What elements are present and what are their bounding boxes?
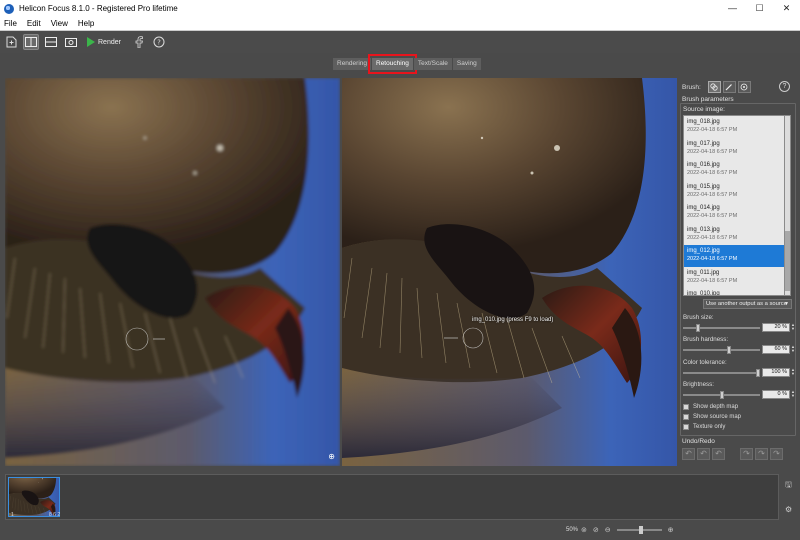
- color-tolerance-slider[interactable]: [683, 369, 760, 377]
- result-image-pane[interactable]: img_010.jpg (press F9 to load): [342, 78, 677, 466]
- thumbnail-label: 1: [11, 512, 14, 518]
- play-icon: [87, 37, 95, 47]
- list-item[interactable]: img_010.jpg: [684, 288, 784, 295]
- list-item[interactable]: img_018.jpg 2022-04-18 6:57 PM: [684, 116, 784, 138]
- list-item[interactable]: img_015.jpg 2022-04-18 6:57 PM: [684, 181, 784, 203]
- add-file-icon[interactable]: [3, 34, 19, 50]
- source-dropdown[interactable]: Use another output as a source ▼: [703, 299, 792, 309]
- thumbnail-count: 8 6 2: [49, 512, 61, 518]
- redo-step-icon[interactable]: ↷: [740, 448, 753, 460]
- eraser-brush-icon[interactable]: [737, 81, 751, 93]
- brush-hardness-label: Brush hardness:: [683, 336, 729, 343]
- zoom-out-icon[interactable]: ⊖: [605, 526, 611, 534]
- panel-help-icon[interactable]: ?: [779, 81, 790, 92]
- color-tolerance-input[interactable]: 100 % ▲ ▼: [762, 368, 795, 377]
- slider-knob[interactable]: [756, 369, 760, 377]
- list-item[interactable]: img_013.jpg 2022-04-18 6:57 PM: [684, 224, 784, 246]
- output-thumbnail[interactable]: [8, 477, 60, 517]
- undo-icon[interactable]: ↶: [682, 448, 695, 460]
- menu-edit[interactable]: Edit: [27, 19, 41, 28]
- undo-redo-heading: Undo/Redo: [682, 438, 715, 445]
- window-title: Helicon Focus 8.1.0 - Registered Pro lif…: [19, 4, 178, 13]
- show-source-map-checkbox[interactable]: Show source map: [683, 414, 741, 420]
- brush-label: Brush:: [682, 83, 701, 91]
- facebook-icon[interactable]: [131, 34, 147, 50]
- list-item[interactable]: img_016.jpg 2022-04-18 6:57 PM: [684, 159, 784, 181]
- render-button[interactable]: Render: [87, 37, 121, 47]
- save-icon[interactable]: 🖫: [785, 479, 792, 493]
- tab-retouching[interactable]: Retouching: [368, 54, 417, 74]
- zoom-level: 50%: [566, 527, 579, 533]
- compare-icon[interactable]: [63, 34, 79, 50]
- redo-icon[interactable]: ↷: [770, 448, 783, 460]
- list-item[interactable]: img_011.jpg 2022-04-18 6:57 PM: [684, 267, 784, 289]
- slider-knob[interactable]: [719, 391, 724, 399]
- close-button[interactable]: ✕: [773, 0, 800, 17]
- toolbar: Render ?: [0, 31, 800, 53]
- source-dropdown-value: Use another output as a source: [706, 301, 787, 307]
- list-item-selected[interactable]: img_012.jpg 2022-04-18 6:57 PM: [684, 245, 784, 267]
- tab-saving[interactable]: Saving: [452, 58, 481, 70]
- tab-text-scale[interactable]: Text/Scale: [413, 58, 452, 70]
- brush-size-label: Brush size:: [683, 314, 714, 321]
- clone-brush-icon[interactable]: [707, 81, 721, 93]
- zoom-in-icon[interactable]: ⊕: [668, 526, 674, 534]
- menu-help[interactable]: Help: [78, 19, 94, 28]
- slider-knob[interactable]: [727, 346, 732, 354]
- slider-knob[interactable]: [696, 324, 701, 332]
- undo-all-icon[interactable]: ↶: [697, 448, 710, 460]
- side-by-side-view-icon[interactable]: [23, 34, 39, 50]
- source-list-scrollbar[interactable]: [785, 115, 791, 296]
- render-label: Render: [98, 38, 121, 46]
- texture-only-checkbox[interactable]: Texture only: [683, 424, 725, 430]
- list-item[interactable]: img_017.jpg 2022-04-18 6:57 PM: [684, 138, 784, 160]
- zoom-fit-icon[interactable]: ⊚: [581, 526, 587, 534]
- color-tolerance-label: Color tolerance:: [683, 359, 727, 366]
- title-bar: Helicon Focus 8.1.0 - Registered Pro lif…: [0, 0, 800, 17]
- brightness-input[interactable]: 0 % ▲ ▼: [762, 390, 795, 399]
- zoom-slider-knob[interactable]: [638, 526, 643, 534]
- app-logo-icon: [4, 3, 14, 14]
- scrollbar-thumb[interactable]: [785, 231, 790, 291]
- undo-step-icon[interactable]: ↶: [712, 448, 725, 460]
- brush-hardness-slider[interactable]: [683, 346, 760, 354]
- load-hint-text: img_010.jpg (press F9 to load): [472, 317, 554, 323]
- menu-bar: File Edit View Help: [0, 17, 800, 31]
- brush-parameters-heading: Brush parameters: [682, 96, 734, 103]
- settings-icon[interactable]: ⚙: [785, 505, 792, 514]
- brush-hardness-input[interactable]: 60 % ▲ ▼: [762, 345, 795, 354]
- source-image-label: Source image:: [683, 106, 725, 113]
- svg-text:?: ?: [157, 39, 161, 47]
- maximize-button[interactable]: ☐: [746, 0, 773, 17]
- source-image-pane[interactable]: ⊕: [5, 78, 340, 466]
- zoom-controls: 50% ⊚ ⊘ ⊖ ⊕: [566, 526, 677, 534]
- split-view-icon[interactable]: [43, 34, 59, 50]
- redo-all-icon[interactable]: ↷: [755, 448, 768, 460]
- brush-size-slider[interactable]: [683, 324, 760, 332]
- paint-brush-icon[interactable]: [722, 81, 736, 93]
- list-item[interactable]: img_014.jpg 2022-04-18 6:57 PM: [684, 202, 784, 224]
- tab-rendering[interactable]: Rendering: [333, 58, 371, 70]
- brightness-label: Brightness:: [683, 381, 714, 388]
- show-depth-map-checkbox[interactable]: Show depth map: [683, 404, 738, 410]
- menu-view[interactable]: View: [51, 19, 68, 28]
- chevron-down-icon: ▼: [784, 301, 789, 307]
- source-image-list[interactable]: img_018.jpg 2022-04-18 6:57 PM img_017.jp…: [683, 115, 785, 296]
- zoom-slider[interactable]: [616, 526, 662, 534]
- brush-size-input[interactable]: 20 % ▲ ▼: [762, 323, 795, 332]
- brightness-slider[interactable]: [683, 391, 760, 399]
- zoom-to-fit-icon[interactable]: ⊕: [328, 452, 335, 461]
- help-icon[interactable]: ?: [151, 34, 167, 50]
- output-filmstrip: 1 8 6 2: [5, 474, 779, 520]
- mode-tabs-row: Rendering Retouching Text/Scale Saving: [0, 53, 800, 75]
- result-image: [342, 78, 677, 466]
- menu-file[interactable]: File: [4, 19, 17, 28]
- retouch-panel: Brush: ? Brush parameters Source image: …: [679, 78, 797, 466]
- minimize-button[interactable]: —: [719, 0, 746, 17]
- source-image: [5, 78, 340, 466]
- zoom-actual-icon[interactable]: ⊘: [593, 526, 599, 534]
